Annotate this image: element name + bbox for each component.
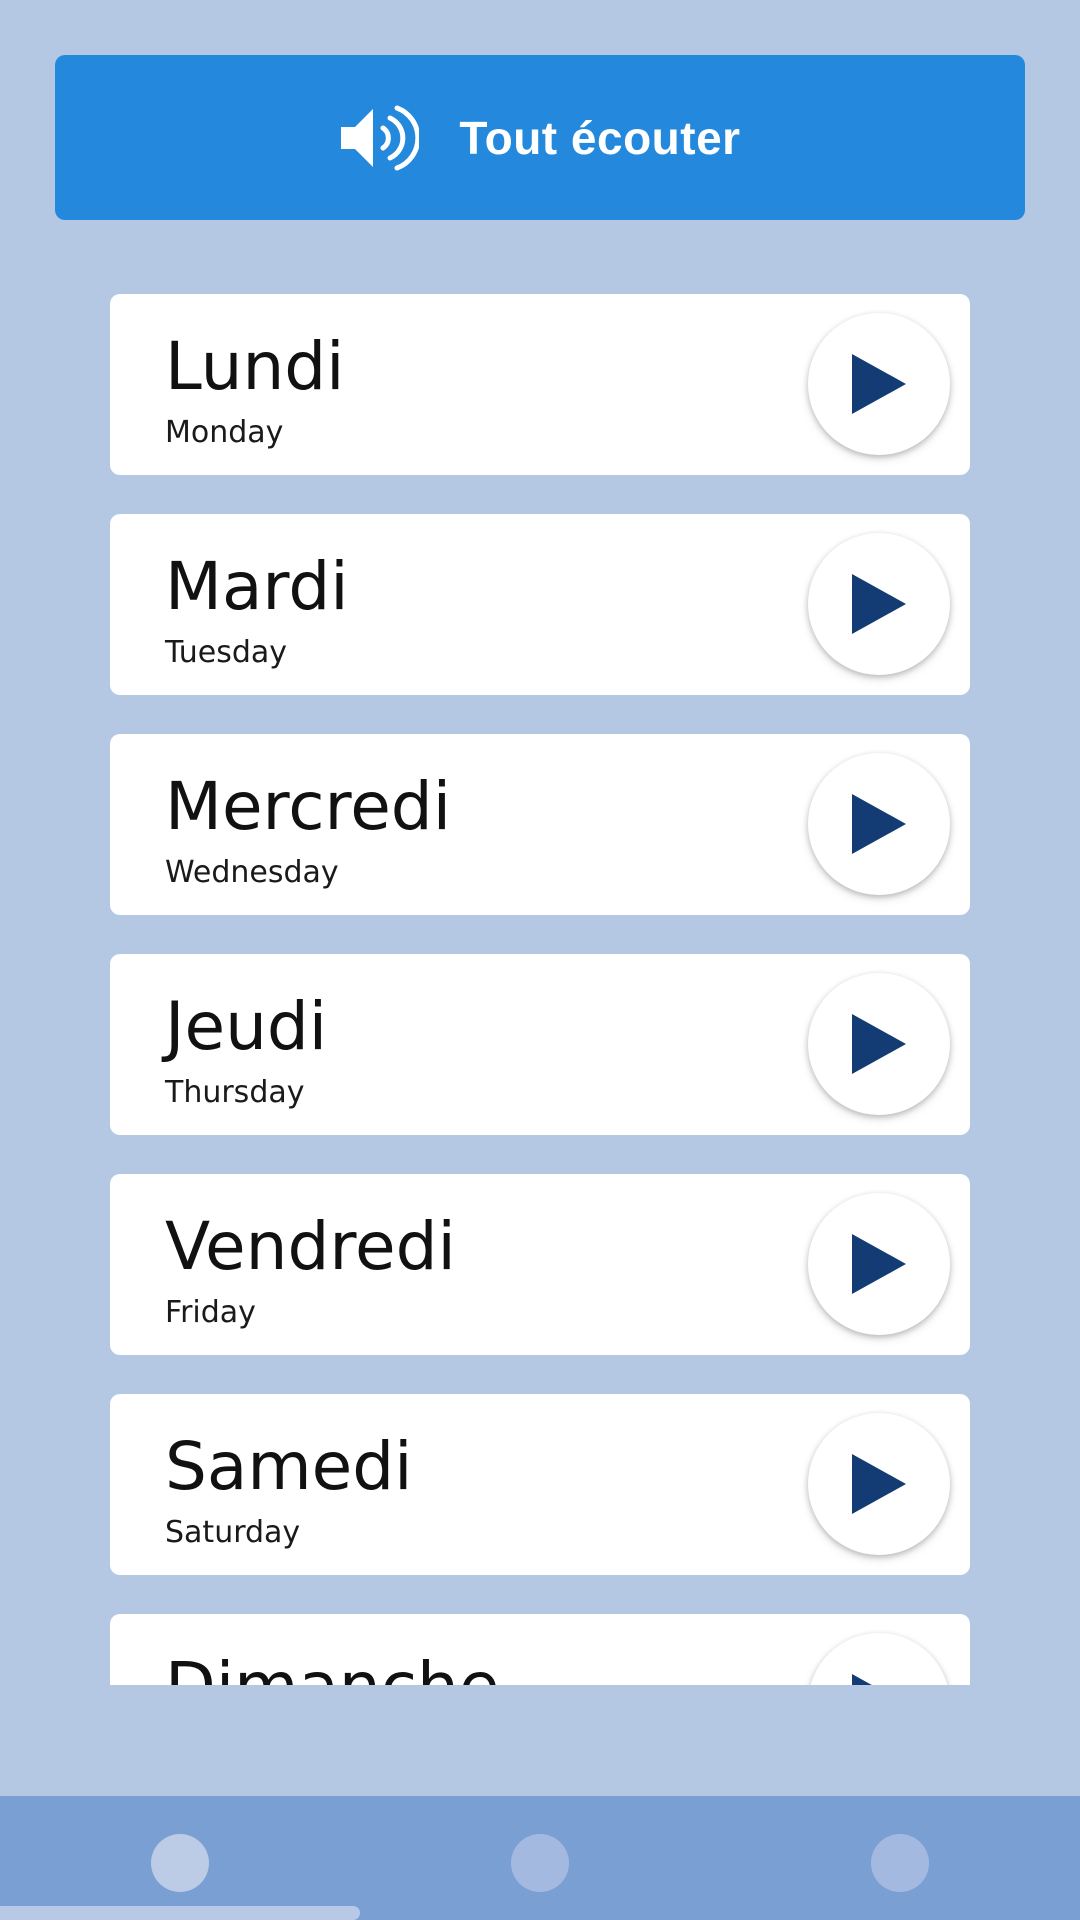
play-button-mardi[interactable]	[808, 533, 950, 675]
day-english: Tuesday	[165, 635, 288, 670]
speaker-volume-icon	[341, 105, 420, 170]
play-button-dimanche[interactable]	[808, 1633, 950, 1685]
day-card-mercredi: Mercredi Wednesday	[110, 734, 970, 915]
day-english: Saturday	[165, 1515, 301, 1550]
day-french: Mardi	[165, 548, 349, 625]
nav-tab-1[interactable]	[151, 1834, 209, 1892]
day-french: Vendredi	[165, 1208, 456, 1285]
day-card-samedi: Samedi Saturday	[110, 1394, 970, 1575]
nav-tab-3[interactable]	[871, 1834, 929, 1892]
play-icon	[852, 1674, 872, 1685]
play-icon	[852, 574, 906, 634]
day-english: Monday	[165, 415, 284, 450]
listen-all-button[interactable]: Tout écouter	[55, 55, 1025, 220]
days-list[interactable]: Lundi Monday Mardi Tuesday Mercredi Wedn…	[0, 280, 1080, 1685]
day-english: Wednesday	[165, 855, 339, 890]
bottom-navigation	[0, 1796, 1080, 1920]
play-icon	[852, 354, 906, 414]
play-button-jeudi[interactable]	[808, 973, 950, 1115]
day-card-vendredi: Vendredi Friday	[110, 1174, 970, 1355]
play-icon	[852, 1234, 906, 1294]
day-french: Lundi	[165, 328, 345, 405]
listen-all-label: Tout écouter	[459, 111, 741, 164]
play-icon	[852, 1014, 906, 1074]
day-english: Friday	[165, 1295, 256, 1330]
play-button-vendredi[interactable]	[808, 1193, 950, 1335]
play-button-samedi[interactable]	[808, 1413, 950, 1555]
day-french: Dimanche	[165, 1654, 499, 1686]
day-card-lundi: Lundi Monday	[110, 294, 970, 475]
active-tab-indicator	[0, 1906, 360, 1920]
day-french: Samedi	[165, 1428, 413, 1505]
play-icon	[852, 1454, 906, 1514]
day-card-jeudi: Jeudi Thursday	[110, 954, 970, 1135]
day-card-mardi: Mardi Tuesday	[110, 514, 970, 695]
play-button-lundi[interactable]	[808, 313, 950, 455]
play-button-mercredi[interactable]	[808, 753, 950, 895]
play-icon	[852, 794, 906, 854]
day-english: Thursday	[165, 1075, 305, 1110]
day-french: Jeudi	[165, 988, 328, 1065]
nav-tab-2[interactable]	[511, 1834, 569, 1892]
day-card-dimanche: Dimanche	[110, 1614, 970, 1685]
day-french: Mercredi	[165, 768, 452, 845]
